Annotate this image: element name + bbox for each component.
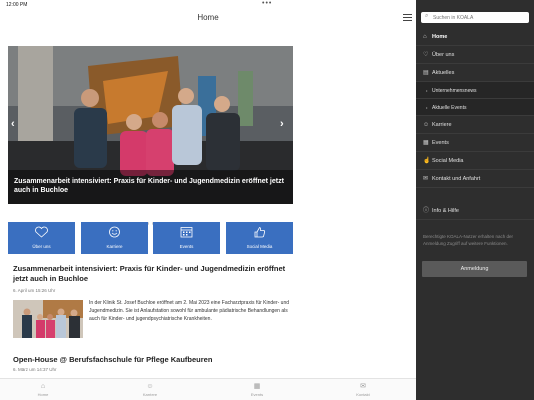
slider-next-icon[interactable]: › xyxy=(280,118,284,130)
tile-ueber-uns[interactable]: Über uns xyxy=(8,222,75,254)
tab-home[interactable]: ⌂ Home xyxy=(13,382,73,397)
sidebar-item-social-media[interactable]: ☝ Social Media xyxy=(416,152,534,170)
app-header: Home xyxy=(0,10,416,28)
sidebar-item-label: Unternehmensnews xyxy=(432,88,477,94)
content-area[interactable]: ‹ › Zusammenarbeit intensiviert: Praxis … xyxy=(0,28,304,378)
thumbs-up-icon: ☝ xyxy=(423,158,431,164)
sidebar-nav: ⌂ Home ♡ Über uns ▤ Aktuelles • Unterneh… xyxy=(416,28,534,220)
news-item[interactable]: Open-House @ Berufsfachschule für Pflege… xyxy=(13,355,298,372)
calendar-icon xyxy=(180,227,193,238)
sidebar-item-ueber-uns[interactable]: ♡ Über uns xyxy=(416,46,534,64)
sidebar-item-info-hilfe[interactable]: ⓘ Info & Hilfe xyxy=(416,202,534,220)
sidebar-item-events[interactable]: ▦ Events xyxy=(416,134,534,152)
home-icon: ⌂ xyxy=(40,383,46,390)
search-icon: ⌕ xyxy=(425,13,429,19)
sidebar-item-label: Info & Hilfe xyxy=(432,208,459,214)
search-input[interactable] xyxy=(433,13,525,22)
tile-label: Social Media xyxy=(246,244,273,249)
status-time: 12:00 PM xyxy=(6,2,28,8)
page-title: Home xyxy=(197,13,219,22)
sidebar-item-label: Home xyxy=(432,34,448,40)
quick-links: Über uns Karriere Events Social Media xyxy=(8,222,293,254)
sidebar-item-home[interactable]: ⌂ Home xyxy=(416,28,534,46)
tab-kontakt[interactable]: ✉ Kontakt xyxy=(333,382,393,397)
news-title[interactable]: Zusammenarbeit intensiviert: Praxis für … xyxy=(13,264,298,284)
smile-icon: ☺ xyxy=(146,383,154,390)
sidebar-item-aktuelles[interactable]: ▤ Aktuelles xyxy=(416,64,534,82)
multitasking-dots[interactable]: ••• xyxy=(262,0,272,7)
tab-events[interactable]: ▦ Events xyxy=(227,382,287,397)
tile-label: Karriere xyxy=(106,244,123,249)
news-thumbnail[interactable] xyxy=(13,300,83,338)
info-icon: ⓘ xyxy=(423,208,430,214)
hero-slider[interactable]: ‹ › Zusammenarbeit intensiviert: Praxis … xyxy=(8,46,293,204)
sidebar-item-label: Events xyxy=(432,140,449,146)
sidebar-item-label: Karriere xyxy=(432,122,452,128)
sidebar-item-karriere[interactable]: ☺ Karriere xyxy=(416,116,534,134)
slider-prev-icon[interactable]: ‹ xyxy=(11,118,15,130)
calendar-icon: ▦ xyxy=(423,140,429,146)
sidebar-item-label: Kontakt und Anfahrt xyxy=(432,176,481,182)
tab-label: Events xyxy=(250,392,264,397)
news-title[interactable]: Open-House @ Berufsfachschule für Pflege… xyxy=(13,355,298,365)
news-excerpt: In der Klinik St. Josef Buchloe eröffnet… xyxy=(89,300,290,322)
login-note: Berechtigte KOALA-Nutzer erhalten nach d… xyxy=(423,234,514,246)
login-button[interactable]: Anmeldung xyxy=(422,261,527,277)
tab-karriere[interactable]: ☺ Karriere xyxy=(120,382,180,397)
tile-social-media[interactable]: Social Media xyxy=(226,222,293,254)
home-icon: ⌂ xyxy=(423,34,427,40)
main-panel: 12:00 PM ••• Home ‹ › Zusammenarbeit int… xyxy=(0,0,416,400)
bottom-tab-bar: ⌂ Home ☺ Karriere ▦ Events ✉ Kontakt xyxy=(0,378,416,400)
tab-label: Kontakt xyxy=(356,392,370,397)
tab-label: Home xyxy=(37,392,49,397)
hero-caption[interactable]: Zusammenarbeit intensiviert: Praxis für … xyxy=(14,177,290,195)
sidebar-item-label: Social Media xyxy=(432,158,464,164)
smile-icon xyxy=(109,226,120,238)
sidebar-search[interactable]: ⌕ xyxy=(421,12,529,23)
sidebar-item-label: Aktuelles xyxy=(432,70,455,76)
news-item[interactable]: Zusammenarbeit intensiviert: Praxis für … xyxy=(13,264,298,338)
heart-icon xyxy=(35,226,48,238)
news-date: 6. April um 15:26 Uhr xyxy=(13,288,56,293)
news-icon: ▤ xyxy=(423,70,429,76)
mail-icon: ✉ xyxy=(423,176,429,182)
tile-label: Events xyxy=(179,244,194,249)
smile-icon: ☺ xyxy=(423,122,430,128)
sidebar-item-unternehmensnews[interactable]: • Unternehmensnews xyxy=(416,82,534,99)
calendar-icon: ▦ xyxy=(253,383,261,390)
tile-events[interactable]: Events xyxy=(153,222,220,254)
sidebar-item-kontakt[interactable]: ✉ Kontakt und Anfahrt xyxy=(416,170,534,188)
tab-label: Karriere xyxy=(142,392,158,397)
news-date: 6. März um 14:37 Uhr xyxy=(13,367,57,372)
mail-icon: ✉ xyxy=(360,383,366,390)
sidebar-item-aktuelle-events[interactable]: • Aktuelle Events xyxy=(416,99,534,116)
sidebar-item-label: Aktuelle Events xyxy=(432,105,467,111)
tile-label: Über uns xyxy=(32,244,51,249)
tile-karriere[interactable]: Karriere xyxy=(81,222,148,254)
sidebar: ⌕ ⌂ Home ♡ Über uns ▤ Aktuelles • Untern… xyxy=(416,0,534,400)
hamburger-menu-icon[interactable] xyxy=(403,14,412,22)
heart-icon: ♡ xyxy=(423,52,429,58)
sidebar-item-label: Über uns xyxy=(432,52,455,58)
thumbs-up-icon xyxy=(254,227,266,238)
